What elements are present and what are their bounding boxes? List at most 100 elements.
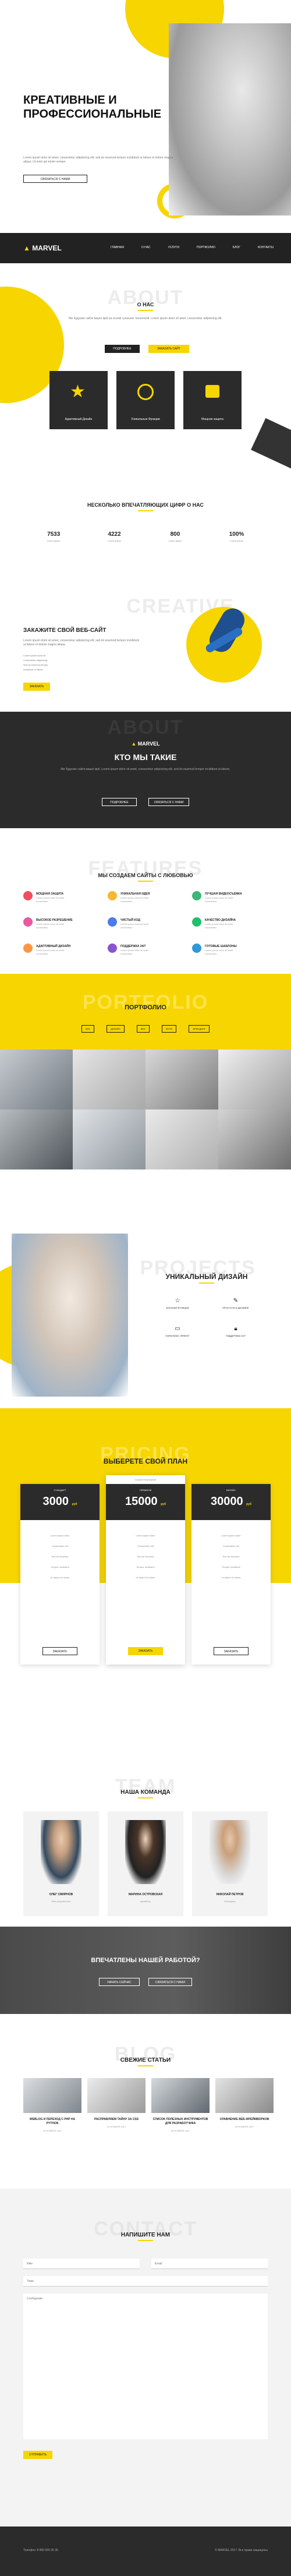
message-field[interactable] xyxy=(23,2294,268,2439)
filter-photo[interactable]: ФОТО xyxy=(161,1025,177,1033)
plan-order-button[interactable]: ЗАКАЗАТЬ xyxy=(128,1647,163,1655)
stats-title: НЕСКОЛЬКО ВПЕЧАТЛЯЮЩИХ ЦИФР О НАС xyxy=(87,502,204,508)
avatar xyxy=(41,1820,81,1884)
pricing-card: СТАНДАРТ 3000 руб Lorem ipsum dolor Cons… xyxy=(20,1484,100,1665)
feature-title: АДАПТИВНЫЙ ДИЗАЙН xyxy=(36,945,71,948)
subject-field[interactable] xyxy=(23,2276,268,2287)
list-item: Lorem ipsum dolor sit xyxy=(23,654,46,657)
post-date: 05 НОЯБРЯ 2017 xyxy=(235,2125,254,2128)
team-member: ОЛЕГ СМИРНОВ Web-разработчик xyxy=(23,1811,99,1916)
plan-feature: Tempor incididunt xyxy=(136,1566,155,1568)
who-more-button[interactable]: ПОДРОБНЕЕ xyxy=(102,798,137,806)
logo-text: MARVEL xyxy=(32,244,62,252)
portfolio-image[interactable] xyxy=(0,1050,73,1109)
post-image xyxy=(151,2078,210,2113)
hero-contact-button[interactable]: СВЯЗАТЬСЯ С НАМИ xyxy=(23,175,87,183)
lock-icon: 🔒︎ xyxy=(234,1326,237,1332)
nav-item-services[interactable]: УСЛУГИ xyxy=(168,246,179,249)
stat-label: Lorem ipsum xyxy=(168,539,182,542)
send-button[interactable]: ОТПРАВИТЬ xyxy=(23,2451,52,2459)
who-section: ABOUT ▲ MARVEL КТО МЫ ТАКИЕ Ми будуємо с… xyxy=(0,712,291,828)
feature-title: ГОТОВЫЕ ШАБЛОНЫ xyxy=(205,945,237,948)
cta-contact-button[interactable]: СВЯЗАТЬСЯ С НАМИ xyxy=(148,1978,192,1986)
plan-feature: Sed do eiusmod xyxy=(51,1555,69,1558)
contact-title-bar xyxy=(138,2240,153,2241)
plan-feature: Lorem ipsum dolor xyxy=(50,1534,70,1537)
team-title-bar xyxy=(138,1797,153,1798)
nav-item-portfolio[interactable]: ПОРТФОЛИО xyxy=(197,246,215,249)
stat-value: 4222 xyxy=(108,531,121,538)
feature-title: ЧИСТЫЙ КОД xyxy=(120,918,140,922)
cta-start-button[interactable]: НАЧАТЬ СЕЙЧАС xyxy=(99,1978,140,1986)
nav-item-contacts[interactable]: КОНТАКТЫ xyxy=(258,246,274,249)
who-contact-button[interactable]: СВЯЗАТЬСЯ С НАМИ xyxy=(148,798,189,806)
unique-title: УНИКАЛЬНЫЙ ДИЗАЙН xyxy=(165,1273,248,1281)
filter-branding[interactable]: БРЕНДИНГ xyxy=(189,1025,210,1033)
portfolio-image[interactable] xyxy=(73,1050,146,1109)
plan-feature: Sed do eiusmod xyxy=(137,1555,154,1558)
unique-feature: ✎ ПРОСТОТА В ДИЗАЙНЕ xyxy=(212,1298,259,1309)
about-title-bar xyxy=(138,310,153,311)
footer-left: Телефон: 8 800 555 35 35 xyxy=(23,2549,58,2552)
plan-features: Lorem ipsum dolor Consectetur elit Sed d… xyxy=(191,1520,271,1593)
laptop-icon: ▭ xyxy=(175,1326,180,1332)
features-grid: МОЩНАЯ ЗАЩИТА Lorem ipsum dolor sit amet … xyxy=(23,891,268,967)
nav-item-blog[interactable]: БЛОГ xyxy=(233,246,240,249)
plan-price-value: 30000 xyxy=(210,1495,243,1508)
portfolio-image[interactable] xyxy=(73,1109,146,1169)
who-text: Ми будуємо сайти вашої мрії. Lorem ipsum… xyxy=(61,768,230,771)
unique-feature: ☆ БОГАТЫЙ ФУНКЦИИ xyxy=(154,1298,201,1309)
portfolio-image[interactable] xyxy=(218,1050,291,1109)
creative-title: ЗАКАЖИТЕ СВОЙ ВЕБ-САЙТ xyxy=(23,627,107,634)
stats-section: НЕСКОЛЬКО ВПЕЧАТЛЯЮЩИХ ЦИФР О НАС 7533 Lo… xyxy=(0,496,291,572)
portfolio-image[interactable] xyxy=(218,1109,291,1169)
plan-features: Lorem ipsum dolor Consectetur elit Sed d… xyxy=(20,1520,100,1593)
portfolio-image[interactable] xyxy=(146,1109,218,1169)
filter-all[interactable]: ВСЕ xyxy=(81,1025,95,1033)
plan-order-button[interactable]: ЗАКАЗАТЬ xyxy=(214,1647,249,1655)
cta-section: ВПЕЧАТЛЕНЫ НАШЕЙ РАБОТОЙ? НАЧАТЬ СЕЙЧАС … xyxy=(0,1927,291,2014)
member-role: Менеджер xyxy=(224,1900,236,1903)
who-title: КТО МЫ ТАКИЕ xyxy=(114,752,177,762)
plan-features: Lorem ipsum dolor Consectetur elit Sed d… xyxy=(106,1520,185,1593)
hero-title-line2: ПРОФЕССИОНАЛЬНЫЕ xyxy=(23,108,162,121)
name-field[interactable] xyxy=(23,2259,140,2269)
nav-item-about[interactable]: О НАС xyxy=(141,246,151,249)
plan-feature: Tempor incididunt xyxy=(51,1566,69,1568)
nav-item-home[interactable]: ГЛАВНАЯ xyxy=(111,246,124,249)
blog-post[interactable]: СПИСОК ПОЛЕЗНЫХ ИНСТРУМЕНТОВ ДЛЯ РАЗРАБО… xyxy=(151,2078,210,2165)
contact-title: НАПИШИТЕ НАМ xyxy=(120,2232,171,2238)
blog-post[interactable]: РАСПРАВЛЯЕМ ТАЙНУ ЗА CSS 10 НОЯБРЯ 2017 xyxy=(87,2078,146,2165)
plan-feature: Sed do eiusmod xyxy=(222,1555,240,1558)
cta-title: ВПЕЧАТЛЕНЫ НАШЕЙ РАБОТОЙ? xyxy=(91,1957,200,1964)
about-card-label: Уникальные Функции xyxy=(131,418,160,421)
portfolio-image[interactable] xyxy=(0,1109,73,1169)
plan-order-button[interactable]: ЗАКАЗАТЬ xyxy=(42,1647,77,1655)
runner-illustration xyxy=(192,601,262,671)
logo[interactable]: ▲ MARVEL xyxy=(23,244,62,252)
mobile-icon xyxy=(23,944,33,953)
list-item: Sed do eiusmod tempor xyxy=(23,663,48,666)
video-icon xyxy=(192,891,201,900)
filter-web[interactable]: ВЕБ xyxy=(136,1025,150,1033)
blog-post[interactable]: СРАВНЕНИЕ ВЕБ-ФРЕЙМВОРКОВ 05 НОЯБРЯ 2017 xyxy=(215,2078,274,2165)
portfolio-grid xyxy=(0,1050,291,1169)
portfolio-title: ПОРТФОЛИО xyxy=(125,1004,166,1011)
code-icon xyxy=(108,917,117,927)
plan-feature: Consectetur elit xyxy=(223,1545,239,1547)
post-image xyxy=(23,2078,81,2113)
filter-design[interactable]: ДИЗАЙН xyxy=(107,1025,125,1033)
list-item: Incididunt ut labore xyxy=(23,668,43,671)
portfolio-image[interactable] xyxy=(146,1050,218,1109)
about-order-button[interactable]: ЗАКАЗАТЬ САЙТ xyxy=(148,345,189,353)
email-field[interactable] xyxy=(151,2259,268,2269)
feature-desc: Lorem ipsum dolor sit amet consectetur xyxy=(36,896,65,903)
about-card-adaptive: ★ Адаптивный Дизайн xyxy=(49,371,108,429)
creative-order-button[interactable]: ЗАКАЗАТЬ xyxy=(23,683,50,691)
unique-feature: 🔒︎ ПОДДЕРЖКА 24/7 xyxy=(212,1326,259,1337)
about-more-button[interactable]: ПОДРОБНЕЕ xyxy=(105,345,140,353)
blog-section: BLOG СВЕЖИЕ СТАТЬИ WEBLOG И ПЕРЕХОД С PH… xyxy=(0,2014,291,2189)
lock-icon xyxy=(205,385,219,398)
star-icon: ☆ xyxy=(175,1298,180,1304)
blog-post[interactable]: WEBLOG И ПЕРЕХОД С PHP НА PYTHON 12 НОЯБ… xyxy=(23,2078,81,2165)
